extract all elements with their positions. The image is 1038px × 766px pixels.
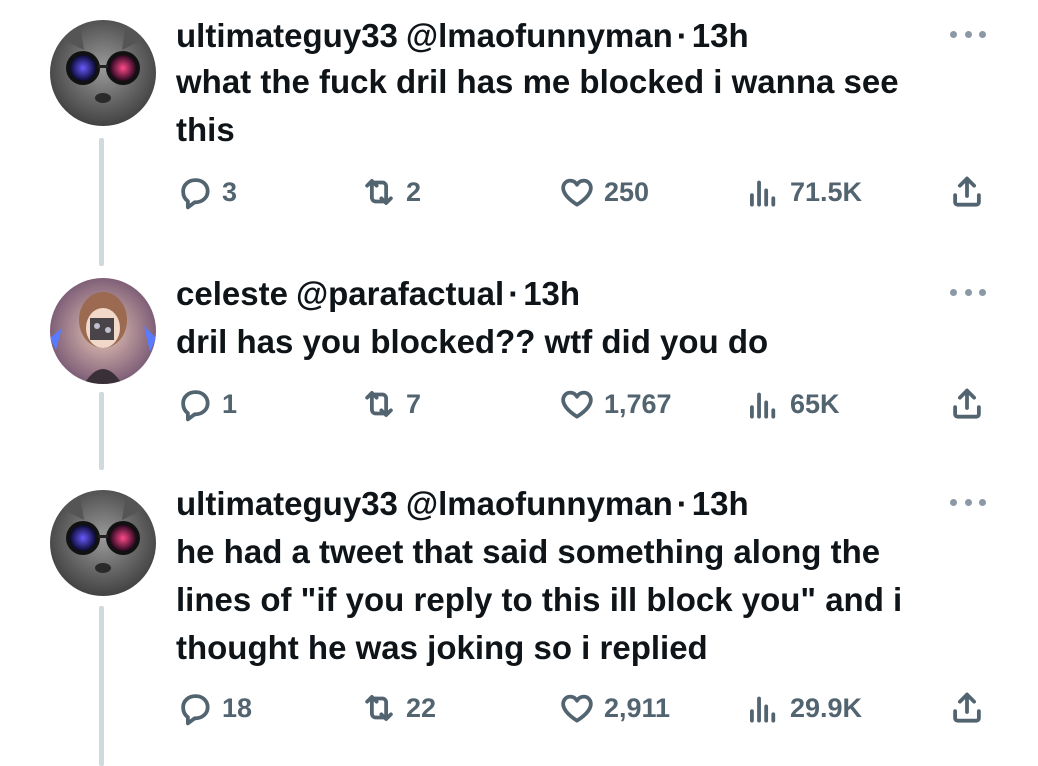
- cat-avatar-icon[interactable]: [50, 20, 156, 126]
- thread-line: [99, 392, 104, 470]
- share-button[interactable]: [948, 688, 986, 728]
- user-handle[interactable]: @lmaofunnyman: [406, 17, 673, 54]
- share-icon: [953, 388, 981, 419]
- reply-icon: [181, 178, 210, 210]
- share-icon: [953, 692, 981, 723]
- reply-count: 18: [222, 692, 253, 723]
- reply-button[interactable]: 3: [176, 172, 237, 212]
- retweet-icon: [365, 391, 393, 417]
- tweet-header: ultimateguy33 @lmaofunnyman · 13h: [176, 16, 749, 56]
- display-name[interactable]: ultimateguy33: [176, 17, 398, 54]
- anime-avatar-icon[interactable]: [50, 278, 156, 384]
- views-button[interactable]: 65K: [744, 384, 840, 424]
- reply-icon: [181, 694, 210, 726]
- action-bar: 18 22 2,911 29.9K: [176, 688, 986, 728]
- views-button[interactable]: 29.9K: [744, 688, 862, 728]
- like-button[interactable]: 1,767: [558, 384, 672, 424]
- display-name[interactable]: ultimateguy33: [176, 485, 398, 522]
- cat-avatar-icon[interactable]: [50, 490, 156, 596]
- retweet-count: 22: [406, 692, 437, 723]
- retweet-button[interactable]: 2: [360, 172, 421, 212]
- more-options-icon[interactable]: [950, 498, 986, 506]
- retweet-button[interactable]: 22: [360, 688, 436, 728]
- views-chart-icon: [750, 696, 776, 723]
- like-count: 1,767: [604, 388, 672, 419]
- timestamp[interactable]: 13h: [692, 17, 749, 54]
- thread-line: [99, 606, 104, 766]
- separator-dot: ·: [508, 275, 520, 312]
- action-bar: 1 7 1,767 65K: [176, 384, 986, 424]
- like-button[interactable]: 250: [558, 172, 649, 212]
- retweet-icon: [365, 179, 393, 205]
- tweet[interactable]: celeste @parafactual · 13h dril has you blo…: [0, 262, 1038, 472]
- user-handle[interactable]: @parafactual: [296, 275, 504, 312]
- user-handle[interactable]: @lmaofunnyman: [406, 485, 673, 522]
- like-count: 250: [604, 176, 650, 207]
- display-name[interactable]: celeste: [176, 275, 288, 312]
- views-count: 65K: [790, 388, 840, 419]
- tweet-text: he had a tweet that said something along…: [176, 533, 903, 666]
- heart-icon: [561, 390, 593, 419]
- thread-line: [99, 138, 104, 266]
- separator-dot: ·: [676, 17, 688, 54]
- reply-button[interactable]: 18: [176, 688, 252, 728]
- more-options-icon[interactable]: [950, 30, 986, 38]
- tweet-text: dril has you blocked?? wtf did you do: [176, 323, 769, 360]
- views-count: 71.5K: [790, 176, 863, 207]
- retweet-icon: [365, 695, 393, 721]
- share-icon: [953, 176, 981, 207]
- tweet-header: celeste @parafactual · 13h: [176, 274, 580, 314]
- timestamp[interactable]: 13h: [523, 275, 580, 312]
- heart-icon: [561, 178, 593, 207]
- action-bar: 3 2 250 71.5K: [176, 172, 986, 212]
- like-count: 2,911: [604, 692, 671, 723]
- reply-button[interactable]: 1: [176, 384, 237, 424]
- heart-icon: [561, 694, 593, 723]
- reply-count: 1: [222, 388, 238, 419]
- tweet[interactable]: ultimateguy33 @lmaofunnyman · 13h what the …: [0, 0, 1038, 266]
- reply-icon: [181, 390, 210, 422]
- tweet[interactable]: ultimateguy33 @lmaofunnyman · 13h he had a …: [0, 472, 1038, 766]
- views-chart-icon: [750, 180, 776, 207]
- retweet-count: 2: [406, 176, 422, 207]
- views-chart-icon: [750, 392, 776, 419]
- tweet-text: what the fuck dril has me blocked i wann…: [176, 63, 899, 148]
- tweet-header: ultimateguy33 @lmaofunnyman · 13h: [176, 484, 749, 524]
- share-button[interactable]: [948, 172, 986, 212]
- share-button[interactable]: [948, 384, 986, 424]
- retweet-count: 7: [406, 388, 422, 419]
- retweet-button[interactable]: 7: [360, 384, 421, 424]
- more-options-icon[interactable]: [950, 288, 986, 296]
- separator-dot: ·: [676, 485, 688, 522]
- like-button[interactable]: 2,911: [558, 688, 670, 728]
- reply-count: 3: [222, 176, 238, 207]
- timestamp[interactable]: 13h: [692, 485, 749, 522]
- views-button[interactable]: 71.5K: [744, 172, 862, 212]
- views-count: 29.9K: [790, 692, 863, 723]
